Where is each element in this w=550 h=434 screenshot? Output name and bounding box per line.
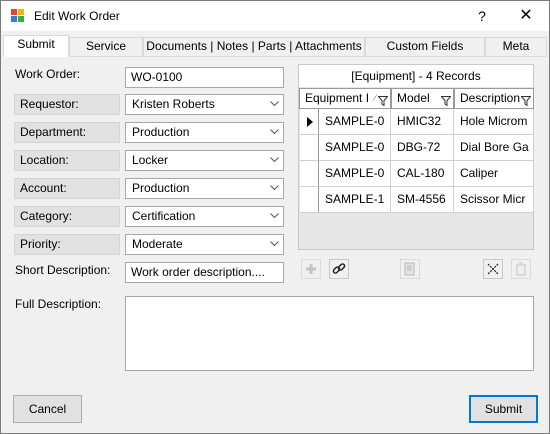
delete-equipment-button[interactable]	[511, 259, 531, 279]
edit-work-order-window: Edit Work Order ? ✕ Submit Service Docum…	[0, 0, 550, 434]
location-select[interactable]: Locker	[125, 150, 284, 171]
category-select[interactable]: Certification	[125, 206, 284, 227]
location-value: Locker	[132, 153, 169, 167]
window-title: Edit Work Order	[34, 9, 120, 23]
chevron-down-icon[interactable]	[266, 237, 281, 252]
sort-icon: ⁄	[374, 93, 376, 103]
category-label[interactable]: Category:	[14, 206, 120, 227]
requestor-select[interactable]: Kristen Roberts	[125, 94, 284, 115]
table-cell[interactable]: SAMPLE-0	[319, 161, 391, 187]
filter-icon[interactable]	[520, 93, 532, 108]
table-cell[interactable]: Hole Microm	[454, 109, 534, 135]
column-header-label: Equipment I	[305, 91, 370, 105]
full-description-field[interactable]	[125, 296, 534, 371]
filter-icon[interactable]	[440, 93, 452, 108]
column-header-description[interactable]: Description	[454, 88, 534, 109]
unlink-equipment-button[interactable]	[483, 259, 503, 279]
app-icon	[11, 9, 25, 23]
priority-select[interactable]: Moderate	[125, 234, 284, 255]
edit-equipment-button[interactable]	[400, 259, 420, 279]
current-row-icon	[307, 117, 313, 127]
table-cell[interactable]: Scissor Micr	[454, 187, 534, 213]
requestor-label[interactable]: Requestor:	[14, 94, 120, 115]
row-header-selected[interactable]	[300, 109, 319, 135]
department-select[interactable]: Production	[125, 122, 284, 143]
tab-meta[interactable]: Meta	[485, 37, 547, 56]
submit-button[interactable]: Submit	[469, 395, 538, 423]
table-cell[interactable]: CAL-180	[391, 161, 454, 187]
chevron-down-icon[interactable]	[266, 209, 281, 224]
category-value: Certification	[132, 209, 196, 223]
column-header-label: Description	[460, 91, 521, 105]
row-header[interactable]	[300, 187, 319, 213]
link-icon	[332, 263, 346, 274]
help-button[interactable]: ?	[467, 4, 497, 28]
equipment-grid-caption: [Equipment] - 4 Records	[299, 65, 533, 87]
equipment-grid: [Equipment] - 4 Records Equipment I ⁄ Mo…	[298, 64, 534, 250]
short-description-field[interactable]: Work order description....	[125, 262, 284, 283]
chevron-down-icon[interactable]	[266, 125, 281, 140]
priority-label[interactable]: Priority:	[14, 234, 120, 255]
account-label[interactable]: Account:	[14, 178, 120, 199]
table-cell[interactable]: HMIC32	[391, 109, 454, 135]
table-cell[interactable]: Caliper	[454, 161, 534, 187]
tab-service[interactable]: Service	[69, 37, 143, 56]
table-cell[interactable]: SAMPLE-0	[319, 109, 391, 135]
tab-documents-notes-parts-attachments[interactable]: Documents | Notes | Parts | Attachments	[143, 37, 365, 56]
department-label[interactable]: Department:	[14, 122, 120, 143]
table-cell[interactable]: Dial Bore Ga	[454, 135, 534, 161]
department-value: Production	[132, 125, 190, 139]
table-cell[interactable]: DBG-72	[391, 135, 454, 161]
account-value: Production	[132, 181, 190, 195]
column-header-equipment-id[interactable]: Equipment I ⁄	[299, 88, 391, 109]
requestor-value: Kristen Roberts	[132, 97, 215, 111]
unlink-icon	[487, 263, 499, 275]
table-cell[interactable]: SAMPLE-0	[319, 135, 391, 161]
chevron-down-icon[interactable]	[266, 181, 281, 196]
edit-document-icon	[404, 262, 415, 276]
add-equipment-button[interactable]	[301, 259, 321, 279]
work-order-label: Work Order:	[15, 67, 81, 81]
close-button[interactable]: ✕	[506, 4, 546, 28]
cancel-button[interactable]: Cancel	[13, 395, 82, 423]
priority-value: Moderate	[132, 237, 183, 251]
column-header-label: Model	[397, 91, 430, 105]
tab-submit[interactable]: Submit	[3, 35, 69, 57]
add-icon	[306, 264, 316, 274]
location-label[interactable]: Location:	[14, 150, 120, 171]
account-select[interactable]: Production	[125, 178, 284, 199]
column-header-model[interactable]: Model	[391, 88, 454, 109]
work-order-field[interactable]: WO-0100	[125, 67, 284, 88]
row-header[interactable]	[300, 135, 319, 161]
table-cell[interactable]: SAMPLE-1	[319, 187, 391, 213]
trash-icon	[516, 262, 526, 276]
full-description-label: Full Description:	[15, 297, 102, 311]
tab-custom-fields[interactable]: Custom Fields	[365, 37, 485, 56]
row-header[interactable]	[300, 161, 319, 187]
link-equipment-button[interactable]	[329, 259, 349, 279]
short-description-label: Short Description:	[15, 263, 111, 277]
filter-icon[interactable]	[377, 93, 389, 108]
chevron-down-icon[interactable]	[266, 153, 281, 168]
table-cell[interactable]: SM-4556	[391, 187, 454, 213]
chevron-down-icon[interactable]	[266, 97, 281, 112]
tab-strip: Submit Service Documents | Notes | Parts…	[1, 35, 549, 57]
title-bar: Edit Work Order ? ✕	[1, 1, 549, 31]
